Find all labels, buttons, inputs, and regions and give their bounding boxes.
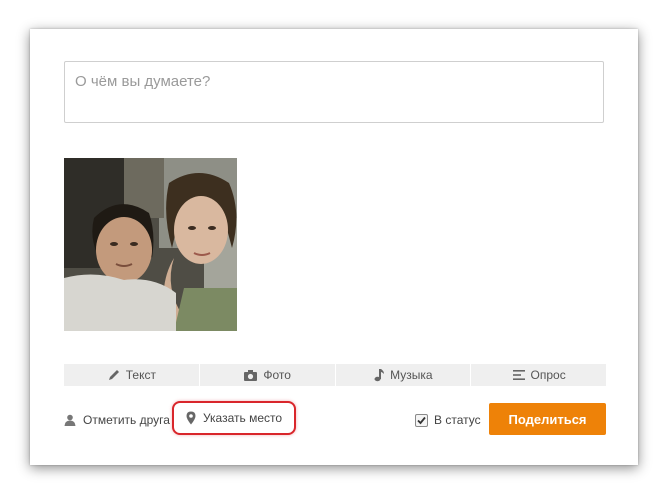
tag-friend-area: Отметить друга <box>64 403 170 437</box>
toolbar-music-button[interactable]: Музыка <box>336 364 472 386</box>
add-location-button[interactable]: Указать место <box>172 401 296 435</box>
music-note-icon <box>374 369 385 382</box>
user-icon <box>64 414 76 426</box>
toolbar-music-label: Музыка <box>390 368 433 382</box>
camera-icon <box>244 369 258 381</box>
to-status-option: В статус <box>415 410 481 430</box>
to-status-label: В статус <box>434 413 481 427</box>
to-status-checkbox[interactable] <box>415 413 428 427</box>
toolbar-photo-label: Фото <box>263 368 291 382</box>
photo-image <box>64 158 237 331</box>
tag-friend-button[interactable]: Отметить друга <box>64 413 170 427</box>
toolbar-poll-label: Опрос <box>530 368 566 382</box>
add-location-label: Указать место <box>202 411 283 425</box>
toolbar-text-label: Текст <box>125 368 156 382</box>
pencil-icon <box>108 370 119 380</box>
toolbar-poll-button[interactable]: Опрос <box>471 364 606 386</box>
toolbar-photo-button[interactable]: Фото <box>200 364 336 386</box>
post-composer-dialog: О чём вы думаете? Текст Фото Музыка Опро… <box>30 29 638 465</box>
checkmark-icon <box>417 416 426 424</box>
toolbar-text-button[interactable]: Текст <box>64 364 200 386</box>
post-text-input[interactable]: О чём вы думаете? <box>64 61 604 123</box>
attached-photo[interactable] <box>64 158 237 331</box>
map-pin-icon <box>186 411 196 425</box>
tag-friend-label: Отметить друга <box>83 413 170 427</box>
share-button[interactable]: Поделиться <box>489 403 606 435</box>
post-text-placeholder: О чём вы думаете? <box>75 73 211 90</box>
poll-icon <box>512 370 525 380</box>
attachment-toolbar: Текст Фото Музыка Опрос <box>64 364 606 386</box>
